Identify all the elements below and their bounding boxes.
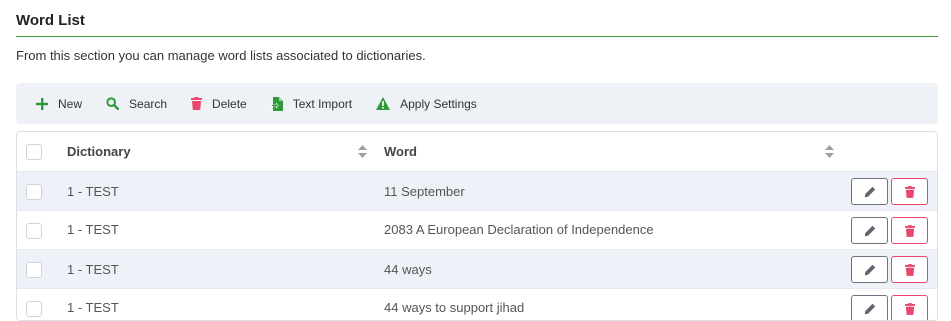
table-row: 1 - TEST 44 ways [17, 250, 937, 289]
file-import-icon [270, 96, 283, 111]
delete-row-button[interactable] [891, 217, 928, 244]
table-header-row: Dictionary Word [17, 132, 937, 172]
text-import-label: Text Import [292, 96, 353, 111]
delete-row-button[interactable] [891, 178, 928, 205]
warning-icon [376, 97, 391, 110]
sort-icon[interactable] [825, 145, 834, 158]
dictionary-cell: 1 - TEST [67, 262, 119, 277]
text-import-button[interactable]: Text Import [270, 96, 353, 111]
word-list-table: Dictionary Word 1 - TEST 11 September 1 … [16, 131, 938, 321]
sort-icon[interactable] [358, 145, 367, 158]
apply-settings-label: Apply Settings [400, 96, 477, 111]
apply-settings-button[interactable]: Apply Settings [376, 97, 477, 111]
toolbar: New Search Delete Text Import Apply Sett… [16, 83, 938, 124]
plus-icon [36, 97, 48, 110]
delete-row-button[interactable] [891, 295, 928, 320]
word-cell: 2083 A European Declaration of Independe… [384, 222, 654, 237]
word-cell: 44 ways to support jihad [384, 300, 525, 315]
dictionary-cell: 1 - TEST [67, 184, 119, 199]
edit-button[interactable] [851, 178, 888, 205]
delete-row-button[interactable] [891, 256, 928, 283]
delete-label: Delete [212, 96, 247, 111]
title-divider [16, 36, 938, 37]
trash-icon [904, 224, 915, 237]
table-row: 1 - TEST 2083 A European Declaration of … [17, 211, 937, 250]
trash-icon [904, 263, 915, 276]
word-cell: 44 ways [384, 262, 432, 277]
edit-button[interactable] [851, 295, 888, 320]
column-header-dictionary[interactable]: Dictionary [67, 144, 131, 159]
trash-icon [904, 185, 915, 198]
section-title: Word List [16, 12, 85, 29]
edit-button[interactable] [851, 217, 888, 244]
section-description: From this section you can manage word li… [16, 48, 426, 63]
table-row: 1 - TEST 44 ways to support jihad [17, 289, 937, 320]
dictionary-cell: 1 - TEST [67, 300, 119, 315]
search-button[interactable]: Search [106, 97, 167, 111]
search-icon [106, 97, 120, 110]
row-checkbox[interactable] [26, 262, 42, 278]
row-checkbox[interactable] [26, 301, 42, 317]
pencil-icon [864, 225, 875, 236]
pencil-icon [864, 264, 875, 275]
delete-button[interactable]: Delete [191, 97, 247, 111]
new-label: New [58, 96, 83, 111]
row-checkbox[interactable] [26, 184, 42, 200]
table-row: 1 - TEST 11 September [17, 172, 937, 211]
dictionary-cell: 1 - TEST [67, 222, 119, 237]
word-list-page: Word List From this section you can mana… [0, 0, 951, 321]
new-button[interactable]: New [36, 97, 82, 111]
trash-icon [191, 97, 203, 110]
word-cell: 11 September [384, 184, 465, 199]
row-checkbox[interactable] [26, 223, 42, 239]
select-all-checkbox[interactable] [26, 144, 42, 160]
column-header-word[interactable]: Word [384, 144, 417, 159]
search-label: Search [129, 96, 168, 111]
edit-button[interactable] [851, 256, 888, 283]
pencil-icon [864, 186, 875, 197]
